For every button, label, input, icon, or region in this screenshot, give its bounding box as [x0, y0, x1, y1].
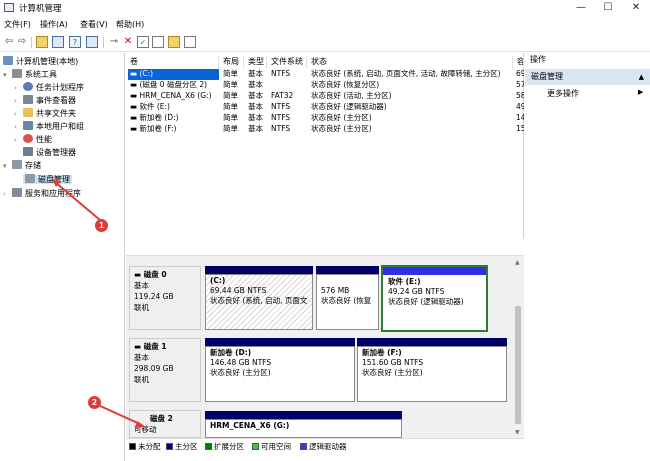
- annotation-arrow-1: [54, 181, 101, 221]
- annotation-badge-1: 1: [95, 219, 108, 232]
- annotation-badge-2: 2: [88, 396, 101, 409]
- annotation-arrow-2: [97, 404, 143, 426]
